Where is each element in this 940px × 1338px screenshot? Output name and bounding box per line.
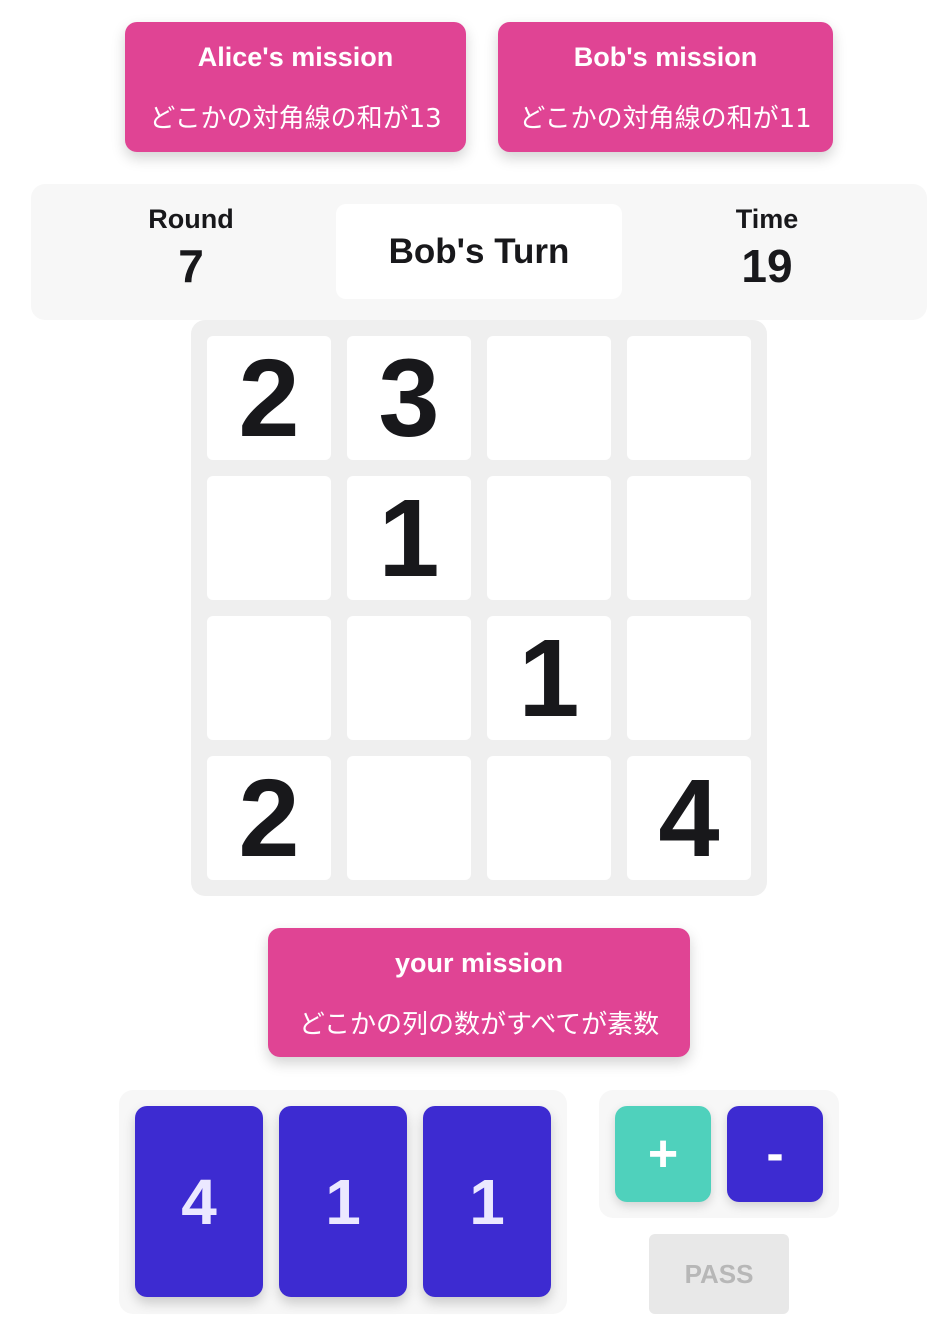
- alice-mission-card: Alice's mission どこかの対角線の和が13: [125, 22, 466, 152]
- minus-button[interactable]: -: [727, 1106, 823, 1202]
- time-value: 19: [741, 240, 793, 292]
- operator-panel: + -: [599, 1090, 839, 1218]
- board-cell-r1c4[interactable]: [627, 336, 751, 460]
- board-cell-r2c4[interactable]: [627, 476, 751, 600]
- board-cell-r2c3[interactable]: [487, 476, 611, 600]
- board-cell-r3c2[interactable]: [347, 616, 471, 740]
- alice-mission-title: Alice's mission: [197, 42, 394, 72]
- board-cell-r1c2[interactable]: 3: [347, 336, 471, 460]
- your-mission-card: your mission どこかの列の数がすべてが素数: [268, 928, 690, 1057]
- round-indicator: Round 7: [111, 204, 271, 293]
- board-cell-r4c4[interactable]: 4: [627, 756, 751, 880]
- card-hand: 4 1 1: [119, 1090, 567, 1314]
- board-cell-r1c3[interactable]: [487, 336, 611, 460]
- board-cell-r2c1[interactable]: [207, 476, 331, 600]
- board-cell-r2c2[interactable]: 1: [347, 476, 471, 600]
- round-value: 7: [178, 240, 204, 292]
- your-mission-title: your mission: [394, 948, 564, 978]
- board-cell-r3c1[interactable]: [207, 616, 331, 740]
- board-cell-r4c3[interactable]: [487, 756, 611, 880]
- board-cell-r3c3[interactable]: 1: [487, 616, 611, 740]
- board-cell-r3c4[interactable]: [627, 616, 751, 740]
- board-cell-r1c1[interactable]: 2: [207, 336, 331, 460]
- timer: Time 19: [687, 204, 847, 293]
- game-board: 2 3 1 1 2 4: [191, 320, 767, 896]
- bob-mission-card: Bob's mission どこかの対角線の和が11: [498, 22, 833, 152]
- hand-card[interactable]: 4: [135, 1106, 263, 1297]
- board-cell-r4c1[interactable]: 2: [207, 756, 331, 880]
- round-label: Round: [148, 204, 234, 234]
- plus-button[interactable]: +: [615, 1106, 711, 1202]
- time-label: Time: [735, 204, 799, 234]
- turn-indicator: Bob's Turn: [336, 204, 622, 299]
- hand-card[interactable]: 1: [423, 1106, 551, 1297]
- alice-mission-description: どこかの対角線の和が13: [149, 104, 442, 134]
- board-cell-r4c2[interactable]: [347, 756, 471, 880]
- hand-card[interactable]: 1: [279, 1106, 407, 1297]
- status-bar: Round 7 Bob's Turn Time 19: [31, 184, 927, 320]
- bob-mission-description: どこかの対角線の和が11: [519, 104, 812, 134]
- bob-mission-title: Bob's mission: [573, 42, 758, 72]
- your-mission-description: どこかの列の数がすべてが素数: [298, 1010, 660, 1040]
- pass-button[interactable]: PASS: [649, 1234, 789, 1314]
